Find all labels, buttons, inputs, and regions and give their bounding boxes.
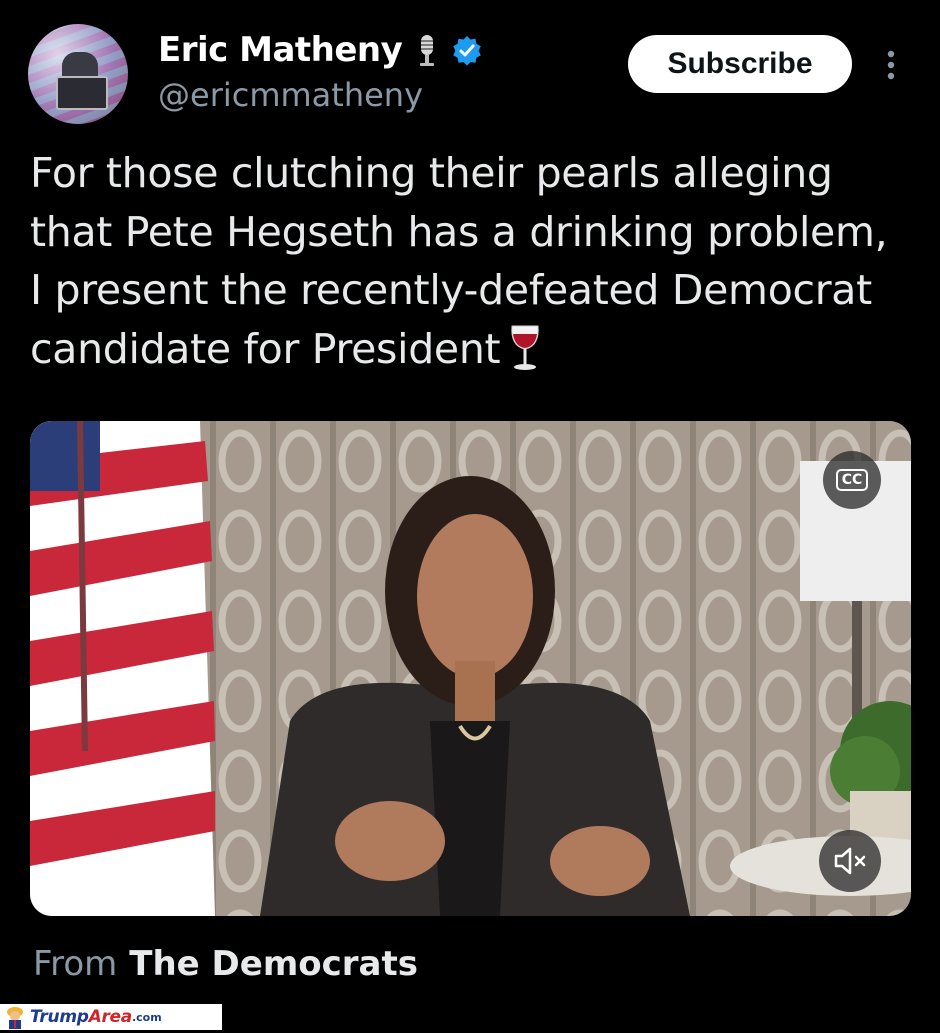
- watermark-brand-part2: Area: [88, 1007, 133, 1027]
- author-name-row: Eric Matheny: [158, 30, 482, 70]
- avatar[interactable]: [28, 24, 128, 124]
- more-vertical-icon[interactable]: [876, 46, 906, 86]
- watermark: TrumpArea .com: [0, 1004, 222, 1030]
- captions-label: CC: [835, 469, 869, 491]
- tweet-body: For those clutching their pearls allegin…: [30, 149, 888, 373]
- avatar-sign: [56, 76, 108, 110]
- captions-button[interactable]: CC: [823, 451, 881, 509]
- author-display-name[interactable]: Eric Matheny: [158, 30, 403, 70]
- trump-area-logo-icon: [4, 1005, 26, 1029]
- mute-button[interactable]: [819, 830, 881, 892]
- microphone-icon: [412, 33, 442, 67]
- tweet-text: For those clutching their pearls allegin…: [30, 144, 910, 378]
- source-name-link[interactable]: The Democrats: [129, 944, 418, 984]
- video-frame: [30, 421, 911, 916]
- verified-badge-icon[interactable]: [452, 33, 482, 67]
- source-label: From: [33, 944, 118, 984]
- author-handle[interactable]: @ericmmatheny: [158, 76, 423, 114]
- footer-spacer: [218, 1004, 940, 1030]
- wine-glass-icon: [506, 323, 544, 373]
- watermark-suffix: .com: [131, 1010, 162, 1024]
- watermark-brand-part1: Trump: [30, 1007, 89, 1027]
- subscribe-button[interactable]: Subscribe: [628, 35, 852, 93]
- video-player[interactable]: CC: [30, 421, 911, 916]
- watermark-brand: TrumpArea: [30, 1007, 132, 1027]
- video-source: From The Democrats: [33, 944, 418, 984]
- volume-muted-icon: [834, 847, 866, 875]
